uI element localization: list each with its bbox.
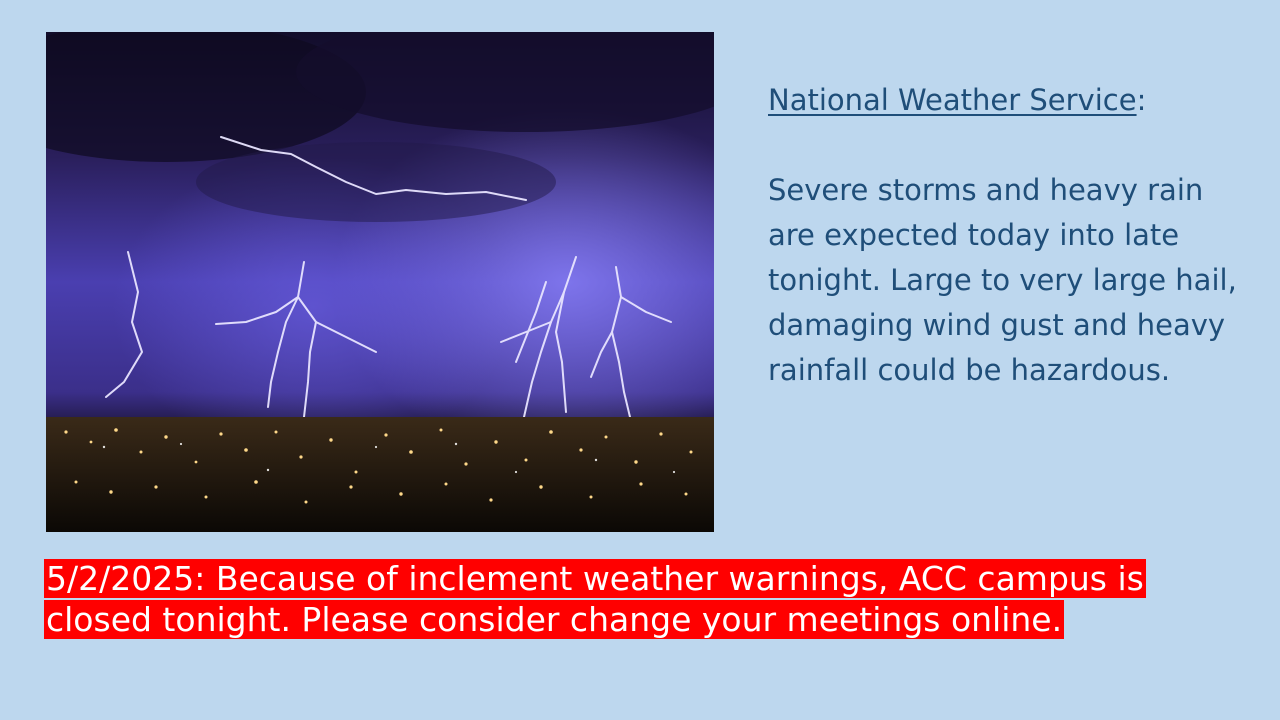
nws-forecast-text: Severe storms and heavy rain are expecte… [768, 173, 1237, 387]
nws-heading-colon: : [1136, 83, 1147, 117]
lightning-storm-photo [46, 32, 714, 532]
alert-text: 5/2/2025: Because of inclement weather w… [44, 559, 1146, 639]
nws-heading-text: National Weather Service [768, 83, 1137, 117]
slide: National Weather Service: Severe storms … [0, 0, 1280, 720]
campus-closure-alert: 5/2/2025: Because of inclement weather w… [44, 558, 1204, 640]
nws-text-block: National Weather Service: Severe storms … [768, 78, 1238, 393]
nws-heading: National Weather Service: [768, 78, 1238, 123]
